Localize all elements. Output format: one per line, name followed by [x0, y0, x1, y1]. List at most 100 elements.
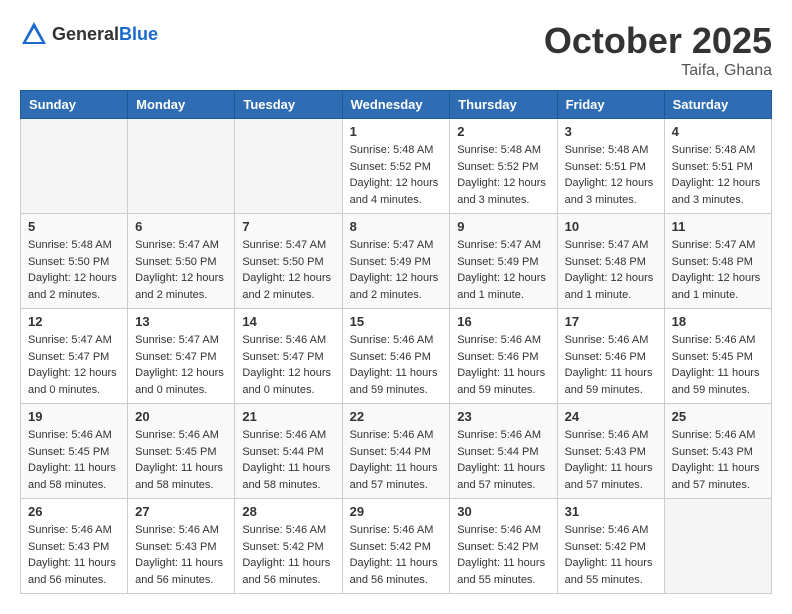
calendar-cell: 31 Sunrise: 5:46 AMSunset: 5:42 PMDayligh…	[557, 499, 664, 594]
day-number: 8	[350, 219, 443, 234]
day-number: 15	[350, 314, 443, 329]
page-header: GeneralBlue October 2025 Taifa, Ghana	[20, 20, 772, 80]
day-info: Sunrise: 5:46 AMSunset: 5:43 PMDaylight:…	[565, 427, 657, 493]
day-number: 28	[242, 504, 334, 519]
day-info: Sunrise: 5:48 AMSunset: 5:51 PMDaylight:…	[672, 142, 764, 208]
day-info: Sunrise: 5:46 AMSunset: 5:43 PMDaylight:…	[28, 522, 120, 588]
day-number: 22	[350, 409, 443, 424]
day-number: 18	[672, 314, 764, 329]
day-info: Sunrise: 5:46 AMSunset: 5:42 PMDaylight:…	[350, 522, 443, 588]
day-number: 25	[672, 409, 764, 424]
day-info: Sunrise: 5:47 AMSunset: 5:47 PMDaylight:…	[135, 332, 227, 398]
day-info: Sunrise: 5:48 AMSunset: 5:51 PMDaylight:…	[565, 142, 657, 208]
day-number: 26	[28, 504, 120, 519]
calendar-cell: 16 Sunrise: 5:46 AMSunset: 5:46 PMDayligh…	[450, 309, 557, 404]
day-info: Sunrise: 5:46 AMSunset: 5:45 PMDaylight:…	[135, 427, 227, 493]
day-info: Sunrise: 5:47 AMSunset: 5:48 PMDaylight:…	[672, 237, 764, 303]
day-info: Sunrise: 5:47 AMSunset: 5:49 PMDaylight:…	[350, 237, 443, 303]
day-number: 6	[135, 219, 227, 234]
day-header-friday: Friday	[557, 91, 664, 119]
day-info: Sunrise: 5:46 AMSunset: 5:45 PMDaylight:…	[672, 332, 764, 398]
calendar-cell: 11Sunrise: 5:47 AMSunset: 5:48 PMDayligh…	[664, 214, 771, 309]
day-info: Sunrise: 5:46 AMSunset: 5:45 PMDaylight:…	[28, 427, 120, 493]
calendar-cell: 8 Sunrise: 5:47 AMSunset: 5:49 PMDaylight…	[342, 214, 450, 309]
day-number: 24	[565, 409, 657, 424]
day-info: Sunrise: 5:47 AMSunset: 5:47 PMDaylight:…	[28, 332, 120, 398]
calendar-cell: 18 Sunrise: 5:46 AMSunset: 5:45 PMDayligh…	[664, 309, 771, 404]
logo-icon	[20, 20, 48, 48]
day-header-sunday: Sunday	[21, 91, 128, 119]
day-number: 5	[28, 219, 120, 234]
calendar-cell: 19 Sunrise: 5:46 AMSunset: 5:45 PMDayligh…	[21, 404, 128, 499]
day-number: 1	[350, 124, 443, 139]
calendar-week-2: 5 Sunrise: 5:48 AMSunset: 5:50 PMDaylight…	[21, 214, 772, 309]
day-info: Sunrise: 5:46 AMSunset: 5:43 PMDaylight:…	[135, 522, 227, 588]
calendar-cell: 28 Sunrise: 5:46 AMSunset: 5:42 PMDayligh…	[235, 499, 342, 594]
calendar-cell: 29 Sunrise: 5:46 AMSunset: 5:42 PMDayligh…	[342, 499, 450, 594]
day-number: 20	[135, 409, 227, 424]
day-number: 31	[565, 504, 657, 519]
calendar-cell: 22 Sunrise: 5:46 AMSunset: 5:44 PMDayligh…	[342, 404, 450, 499]
calendar-cell: 24 Sunrise: 5:46 AMSunset: 5:43 PMDayligh…	[557, 404, 664, 499]
day-number: 27	[135, 504, 227, 519]
day-info: Sunrise: 5:47 AMSunset: 5:50 PMDaylight:…	[242, 237, 334, 303]
day-info: Sunrise: 5:46 AMSunset: 5:46 PMDaylight:…	[350, 332, 443, 398]
calendar-cell: 13 Sunrise: 5:47 AMSunset: 5:47 PMDayligh…	[128, 309, 235, 404]
day-number: 29	[350, 504, 443, 519]
location-text: Taifa, Ghana	[544, 62, 772, 80]
calendar-cell: 17 Sunrise: 5:46 AMSunset: 5:46 PMDayligh…	[557, 309, 664, 404]
day-header-monday: Monday	[128, 91, 235, 119]
calendar-cell: 27 Sunrise: 5:46 AMSunset: 5:43 PMDayligh…	[128, 499, 235, 594]
calendar-cell: 30Sunrise: 5:46 AMSunset: 5:42 PMDayligh…	[450, 499, 557, 594]
calendar-week-1: 1 Sunrise: 5:48 AMSunset: 5:52 PMDaylight…	[21, 119, 772, 214]
day-info: Sunrise: 5:46 AMSunset: 5:42 PMDaylight:…	[242, 522, 334, 588]
day-info: Sunrise: 5:47 AMSunset: 5:50 PMDaylight:…	[135, 237, 227, 303]
day-info: Sunrise: 5:46 AMSunset: 5:42 PMDaylight:…	[565, 522, 657, 588]
calendar-cell	[21, 119, 128, 214]
day-info: Sunrise: 5:48 AMSunset: 5:52 PMDaylight:…	[457, 142, 549, 208]
calendar-cell: 4Sunrise: 5:48 AMSunset: 5:51 PMDaylight…	[664, 119, 771, 214]
calendar-cell	[128, 119, 235, 214]
day-header-saturday: Saturday	[664, 91, 771, 119]
day-number: 3	[565, 124, 657, 139]
day-info: Sunrise: 5:46 AMSunset: 5:43 PMDaylight:…	[672, 427, 764, 493]
day-number: 7	[242, 219, 334, 234]
day-info: Sunrise: 5:48 AMSunset: 5:50 PMDaylight:…	[28, 237, 120, 303]
calendar-cell: 10 Sunrise: 5:47 AMSunset: 5:48 PMDayligh…	[557, 214, 664, 309]
day-number: 12	[28, 314, 120, 329]
day-info: Sunrise: 5:46 AMSunset: 5:44 PMDaylight:…	[350, 427, 443, 493]
day-info: Sunrise: 5:46 AMSunset: 5:46 PMDaylight:…	[565, 332, 657, 398]
calendar-week-4: 19 Sunrise: 5:46 AMSunset: 5:45 PMDayligh…	[21, 404, 772, 499]
month-title: October 2025	[544, 20, 772, 62]
title-block: October 2025 Taifa, Ghana	[544, 20, 772, 80]
day-number: 9	[457, 219, 549, 234]
day-info: Sunrise: 5:46 AMSunset: 5:44 PMDaylight:…	[457, 427, 549, 493]
day-info: Sunrise: 5:47 AMSunset: 5:48 PMDaylight:…	[565, 237, 657, 303]
day-info: Sunrise: 5:48 AMSunset: 5:52 PMDaylight:…	[350, 142, 443, 208]
day-info: Sunrise: 5:47 AMSunset: 5:49 PMDaylight:…	[457, 237, 549, 303]
day-number: 2	[457, 124, 549, 139]
day-header-wednesday: Wednesday	[342, 91, 450, 119]
calendar-week-5: 26 Sunrise: 5:46 AMSunset: 5:43 PMDayligh…	[21, 499, 772, 594]
day-number: 13	[135, 314, 227, 329]
day-number: 19	[28, 409, 120, 424]
calendar-table: SundayMondayTuesdayWednesdayThursdayFrid…	[20, 90, 772, 594]
calendar-cell: 9 Sunrise: 5:47 AMSunset: 5:49 PMDaylight…	[450, 214, 557, 309]
logo-blue-text: Blue	[119, 24, 158, 44]
calendar-cell: 21Sunrise: 5:46 AMSunset: 5:44 PMDayligh…	[235, 404, 342, 499]
day-number: 14	[242, 314, 334, 329]
day-number: 10	[565, 219, 657, 234]
calendar-cell: 2 Sunrise: 5:48 AMSunset: 5:52 PMDaylight…	[450, 119, 557, 214]
calendar-cell	[664, 499, 771, 594]
day-info: Sunrise: 5:46 AMSunset: 5:44 PMDaylight:…	[242, 427, 334, 493]
day-number: 17	[565, 314, 657, 329]
day-info: Sunrise: 5:46 AMSunset: 5:46 PMDaylight:…	[457, 332, 549, 398]
calendar-week-3: 12 Sunrise: 5:47 AMSunset: 5:47 PMDayligh…	[21, 309, 772, 404]
day-number: 30	[457, 504, 549, 519]
calendar-cell: 6 Sunrise: 5:47 AMSunset: 5:50 PMDaylight…	[128, 214, 235, 309]
calendar-header-row: SundayMondayTuesdayWednesdayThursdayFrid…	[21, 91, 772, 119]
day-info: Sunrise: 5:46 AMSunset: 5:47 PMDaylight:…	[242, 332, 334, 398]
day-number: 16	[457, 314, 549, 329]
calendar-cell: 25 Sunrise: 5:46 AMSunset: 5:43 PMDayligh…	[664, 404, 771, 499]
calendar-cell: 7 Sunrise: 5:47 AMSunset: 5:50 PMDaylight…	[235, 214, 342, 309]
